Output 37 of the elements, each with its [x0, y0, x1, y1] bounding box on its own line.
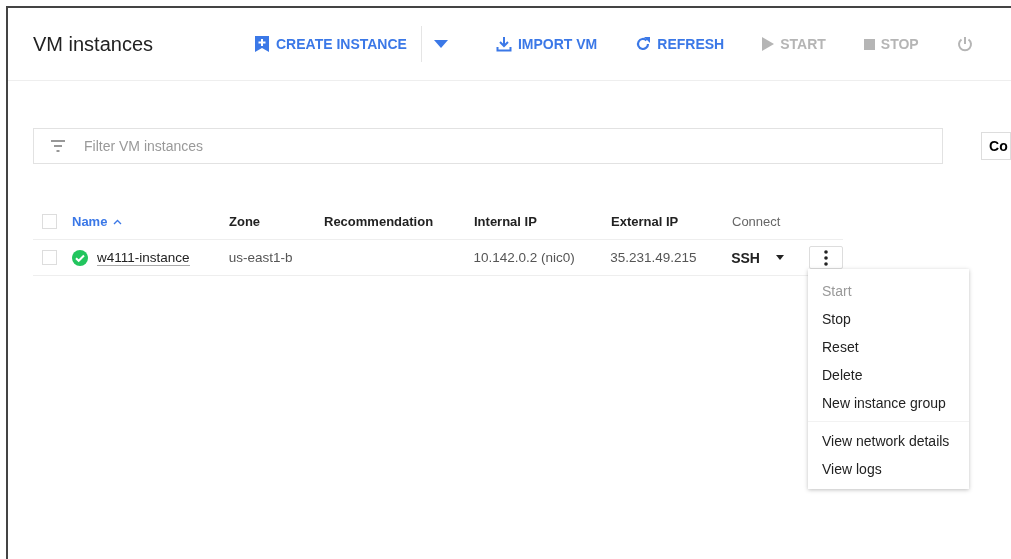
column-header[interactable]: Recommendation	[324, 214, 474, 229]
table-cell: 35.231.49.215	[610, 250, 697, 265]
power-icon	[956, 36, 973, 52]
download-icon	[495, 36, 512, 52]
table-cell: 10.142.0.2 (nic0)	[473, 250, 575, 265]
ssh-dropdown[interactable]: SSH	[731, 249, 784, 266]
more-button[interactable]	[809, 246, 843, 269]
menu-item[interactable]: View logs	[808, 455, 969, 483]
refresh-icon	[635, 36, 652, 52]
column-header[interactable]: External IP	[611, 214, 732, 229]
sort-icon	[113, 218, 123, 225]
caret-icon	[433, 40, 448, 48]
table-cell: us-east1-b	[228, 250, 293, 265]
create-button[interactable]: CREATE INSTANCE	[248, 27, 413, 61]
filter-field[interactable]: Filter VM instances	[33, 128, 944, 164]
columns-button[interactable]: Co	[981, 132, 1011, 160]
play-icon	[762, 37, 775, 51]
menu-item[interactable]: View network details	[808, 427, 969, 455]
column-header[interactable]: Name	[72, 214, 229, 229]
page-title: VM instances	[33, 32, 155, 56]
checkbox[interactable]	[42, 250, 57, 265]
add-icon	[254, 35, 270, 53]
menu-item[interactable]: New instance group	[808, 389, 969, 417]
import-button[interactable]: IMPORT VM	[489, 28, 604, 60]
column-header[interactable]: Connect	[732, 214, 810, 229]
stop-icon	[863, 38, 875, 50]
refresh-button[interactable]: REFRESH	[629, 28, 731, 60]
filter-icon	[50, 140, 66, 152]
column-header[interactable]: Zone	[229, 214, 324, 229]
checkbox[interactable]	[42, 214, 57, 229]
menu-item[interactable]: Delete	[808, 361, 969, 389]
menu-item[interactable]: Reset	[808, 333, 969, 361]
column-header[interactable]: Internal IP	[474, 214, 611, 229]
caret-icon	[775, 255, 784, 260]
instance-link[interactable]: w4111-instance	[97, 249, 190, 266]
more-icon	[824, 249, 828, 266]
menu-item[interactable]: Stop	[808, 305, 969, 333]
